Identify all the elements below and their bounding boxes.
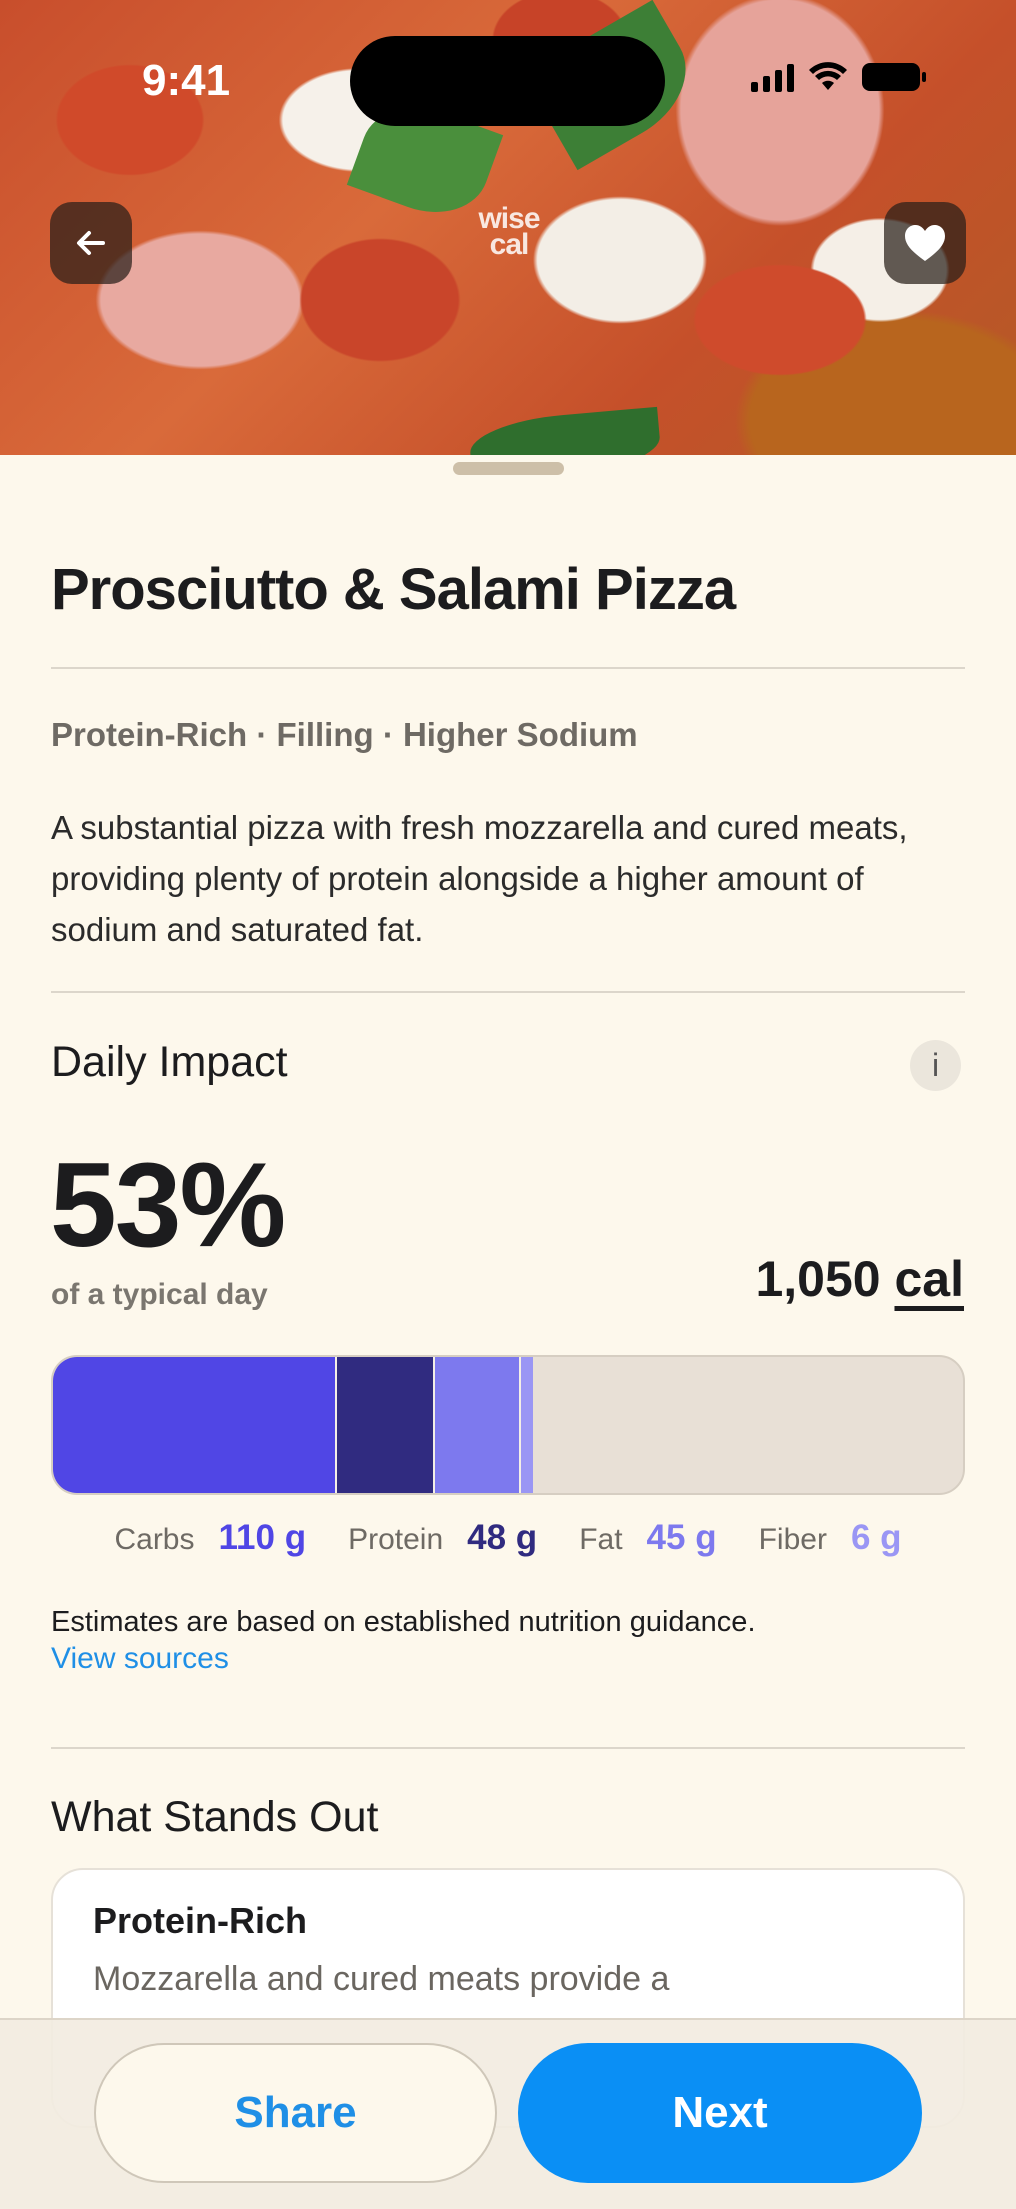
food-description: A substantial pizza with fresh mozzarell… [51,809,908,948]
calories-unit[interactable]: cal [894,1251,964,1307]
calories-value: 1,050 [755,1251,881,1307]
back-button[interactable] [50,202,132,284]
cellular-signal-icon [751,62,794,92]
basil-leaf [467,406,663,455]
legend-label: Carbs [114,1523,195,1556]
macro-segment-fiber [521,1357,533,1493]
stands-out-heading: What Stands Out [51,1793,379,1841]
arrow-left-icon [77,231,105,255]
daily-percent-caption: of a typical day [51,1278,268,1311]
legend-label: Fiber [758,1523,827,1556]
card-text: Mozzarella and cured meats provide a [93,1960,670,1998]
daily-percent: 53% [50,1138,286,1272]
legend-value: 45 g [646,1518,717,1557]
sheet-grabber[interactable] [453,462,564,475]
wifi-icon [809,62,847,90]
legend-fat: Fat 45 g [579,1518,716,1558]
heart-icon [905,225,945,261]
daily-impact-heading: Daily Impact [51,1038,288,1086]
macro-segment-carbs [53,1357,337,1493]
card-title: Protein-Rich [93,1900,308,1941]
legend-protein: Protein 48 g [348,1518,537,1558]
dynamic-island [350,36,665,126]
legend-label: Fat [579,1523,623,1556]
macro-stacked-bar [51,1355,965,1495]
status-icons [751,62,926,92]
divider [51,667,965,669]
calories-total: 1,050 cal [755,1250,964,1308]
macro-segment-fat [435,1357,521,1493]
legend-value: 6 g [850,1518,902,1557]
macro-legend: Carbs 110 g Protein 48 g Fat 45 g Fiber … [51,1518,965,1558]
legend-value: 48 g [467,1518,538,1557]
divider [51,991,965,993]
next-button[interactable]: Next [518,2043,922,2183]
divider [51,1747,965,1749]
share-button[interactable]: Share [94,2043,497,2183]
legend-label: Protein [348,1523,444,1556]
favorite-button[interactable] [884,202,966,284]
estimates-note: Estimates are based on established nutri… [51,1606,756,1638]
food-title: Prosciutto & Salami Pizza [51,557,736,622]
legend-fiber: Fiber 6 g [759,1518,902,1558]
watermark-logo: wise cal [478,202,540,261]
view-sources-link[interactable]: View sources [51,1642,229,1676]
info-button[interactable]: i [910,1040,961,1091]
food-tags: Protein-Rich · Filling · Higher Sodium [51,716,638,753]
macro-segment-protein [337,1357,435,1493]
status-time: 9:41 [142,56,231,105]
legend-value: 110 g [218,1518,307,1557]
battery-icon [862,63,926,91]
legend-carbs: Carbs 110 g [114,1518,306,1558]
